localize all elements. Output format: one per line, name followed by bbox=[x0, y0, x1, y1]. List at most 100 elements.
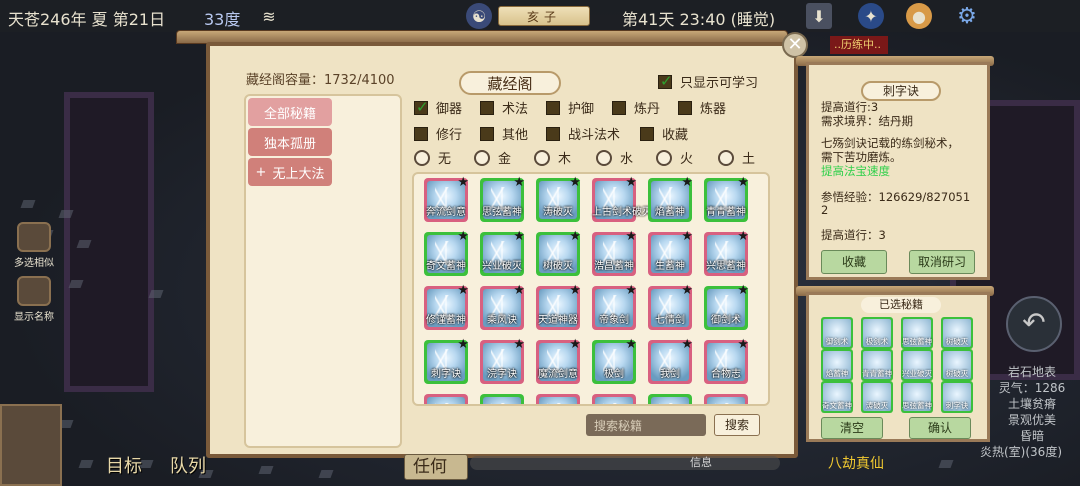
star-icon[interactable]: ★ bbox=[569, 229, 581, 244]
team-button[interactable]: 队列 bbox=[170, 452, 206, 478]
gourd-icon[interactable] bbox=[0, 404, 62, 486]
star-icon[interactable]: ★ bbox=[625, 229, 637, 244]
selected-book-tile[interactable]: 青青蓄神 bbox=[861, 349, 893, 381]
star-icon[interactable]: ★ bbox=[681, 175, 693, 190]
book-tile[interactable]: ★ 修谨蓄神 bbox=[424, 283, 469, 330]
element-radio-5[interactable] bbox=[718, 149, 734, 166]
star-icon[interactable]: ★ bbox=[457, 175, 469, 190]
type2-filter-3[interactable]: 收藏 bbox=[640, 124, 688, 143]
book-tile[interactable]: ★ 浩昌蓄神 bbox=[592, 229, 637, 276]
type2-checkbox-0[interactable] bbox=[414, 126, 428, 141]
book-tile[interactable]: ★ 合物志 bbox=[704, 337, 749, 384]
search-input[interactable]: 搜索秘籍 bbox=[586, 414, 706, 436]
learnable-only-checkbox[interactable] bbox=[658, 72, 673, 90]
type-filter-1[interactable]: 术法 bbox=[480, 98, 528, 117]
star-icon[interactable]: ★ bbox=[625, 283, 637, 298]
book-tile[interactable]: ★ 天道神器 bbox=[536, 283, 581, 330]
element-radio-2[interactable] bbox=[534, 149, 550, 166]
yin-yang-icon[interactable]: ☯ bbox=[466, 3, 492, 29]
element-option-2[interactable]: 木 bbox=[534, 148, 571, 167]
type2-filter-0[interactable]: 修行 bbox=[414, 124, 462, 143]
star-icon[interactable]: ★ bbox=[681, 229, 693, 244]
book-tile[interactable] bbox=[536, 394, 580, 404]
type-filter-0[interactable]: 御器 bbox=[414, 98, 462, 117]
element-radio-3[interactable] bbox=[596, 149, 612, 166]
category-supreme[interactable]: + 无上大法 bbox=[248, 158, 332, 186]
type2-checkbox-3[interactable] bbox=[640, 126, 654, 141]
search-button[interactable]: 搜索 bbox=[714, 414, 760, 436]
book-tile[interactable]: ★ 乘风诀 bbox=[480, 283, 525, 330]
show-names-button[interactable]: 显示名称 bbox=[6, 276, 62, 323]
type2-checkbox-2[interactable] bbox=[546, 126, 560, 141]
selected-book-tile[interactable]: 奇文蓄神 bbox=[821, 381, 853, 413]
book-tile[interactable]: ★ 奇文蓄神 bbox=[424, 229, 469, 276]
star-icon[interactable]: ★ bbox=[569, 337, 581, 352]
star-icon[interactable]: ★ bbox=[625, 337, 637, 352]
selected-book-tile[interactable]: 焰蓄神 bbox=[821, 349, 853, 381]
book-tile[interactable]: ★ 兴思蓄神 bbox=[704, 229, 749, 276]
close-button[interactable]: ✕ bbox=[782, 32, 808, 58]
star-icon[interactable]: ★ bbox=[457, 337, 469, 352]
type2-checkbox-1[interactable] bbox=[480, 126, 494, 141]
selected-book-tile[interactable]: 兴业破灭 bbox=[901, 349, 933, 381]
type-checkbox-0[interactable] bbox=[414, 98, 429, 116]
selected-book-tile[interactable]: 刺字诀 bbox=[941, 381, 973, 413]
element-radio-0[interactable] bbox=[414, 149, 430, 166]
cancel-study-button[interactable]: 取消研习 bbox=[909, 250, 975, 274]
selected-book-tile[interactable]: 思弦蓄神 bbox=[901, 317, 933, 349]
collect-button[interactable]: 收藏 bbox=[821, 250, 887, 274]
book-tile[interactable] bbox=[648, 394, 692, 404]
book-tile[interactable]: ★ 焰蓄神 bbox=[648, 175, 693, 222]
target-button[interactable]: 目标 bbox=[106, 452, 142, 478]
element-option-5[interactable]: 土 bbox=[718, 148, 755, 167]
selected-book-tile[interactable]: 树破灭 bbox=[941, 317, 973, 349]
element-option-0[interactable]: 无 bbox=[414, 148, 451, 167]
star-icon[interactable]: ★ bbox=[569, 175, 581, 190]
star-icon[interactable]: ★ bbox=[737, 229, 749, 244]
book-tile[interactable] bbox=[592, 394, 636, 404]
type-checkbox-4[interactable] bbox=[678, 100, 692, 115]
palette-icon[interactable]: ● bbox=[906, 3, 932, 29]
back-button[interactable]: ↶ bbox=[1006, 296, 1062, 352]
confirm-button[interactable]: 确认 bbox=[909, 417, 971, 439]
type-checkbox-1[interactable] bbox=[480, 100, 494, 115]
star-icon[interactable]: ★ bbox=[737, 175, 749, 190]
star-icon[interactable]: ★ bbox=[737, 337, 749, 352]
star-icon[interactable]: ★ bbox=[513, 229, 525, 244]
book-tile[interactable]: ★ 思弦蓄神 bbox=[480, 175, 525, 222]
type-checkbox-2[interactable] bbox=[546, 100, 560, 115]
book-tile[interactable]: ★ 帝象剑 bbox=[592, 283, 637, 330]
book-tile[interactable]: ★ 魔流剑意 bbox=[536, 337, 581, 384]
multi-select-button[interactable]: 多选相似 bbox=[6, 222, 62, 269]
selected-book-tile[interactable]: 极剑术 bbox=[861, 317, 893, 349]
star-icon[interactable]: ★ bbox=[681, 337, 693, 352]
star-icon[interactable]: ★ bbox=[513, 283, 525, 298]
selected-book-tile[interactable]: 树破灭 bbox=[941, 349, 973, 381]
learnable-only-toggle[interactable]: 只显示可学习 bbox=[658, 72, 758, 91]
type2-filter-1[interactable]: 其他 bbox=[480, 124, 528, 143]
book-tile[interactable]: ★ 上古剑术破灭 bbox=[592, 175, 652, 222]
book-tile[interactable] bbox=[480, 394, 524, 404]
element-option-1[interactable]: 金 bbox=[474, 148, 511, 167]
book-tile[interactable]: ★ 我剑 bbox=[648, 337, 693, 384]
type2-filter-2[interactable]: 战斗法术 bbox=[546, 124, 620, 143]
star-icon[interactable]: ★ bbox=[681, 283, 693, 298]
clear-button[interactable]: 清空 bbox=[821, 417, 883, 439]
element-option-3[interactable]: 水 bbox=[596, 148, 633, 167]
message-bar[interactable] bbox=[470, 456, 780, 470]
gear-icon[interactable]: ⚙ bbox=[954, 3, 980, 29]
book-tile[interactable]: ★ 青青蓄神 bbox=[704, 175, 749, 222]
star-icon[interactable]: ★ bbox=[513, 175, 525, 190]
book-tile[interactable]: ★ 刺字诀 bbox=[424, 337, 469, 384]
star-icon[interactable]: ★ bbox=[569, 283, 581, 298]
selected-book-tile[interactable]: 思弦蓄神 bbox=[901, 381, 933, 413]
selected-book-tile[interactable]: 涛破灭 bbox=[861, 381, 893, 413]
book-tile[interactable]: ★ 七情剑 bbox=[648, 283, 693, 330]
star-icon[interactable]: ★ bbox=[625, 175, 637, 190]
book-tile[interactable]: ★ 极剑 bbox=[592, 337, 637, 384]
element-radio-4[interactable] bbox=[656, 149, 672, 166]
star-icon[interactable]: ★ bbox=[513, 337, 525, 352]
star-icon[interactable]: ★ bbox=[737, 283, 749, 298]
selected-book-tile[interactable]: 御剑术 bbox=[821, 317, 853, 349]
type-checkbox-3[interactable] bbox=[612, 100, 626, 115]
